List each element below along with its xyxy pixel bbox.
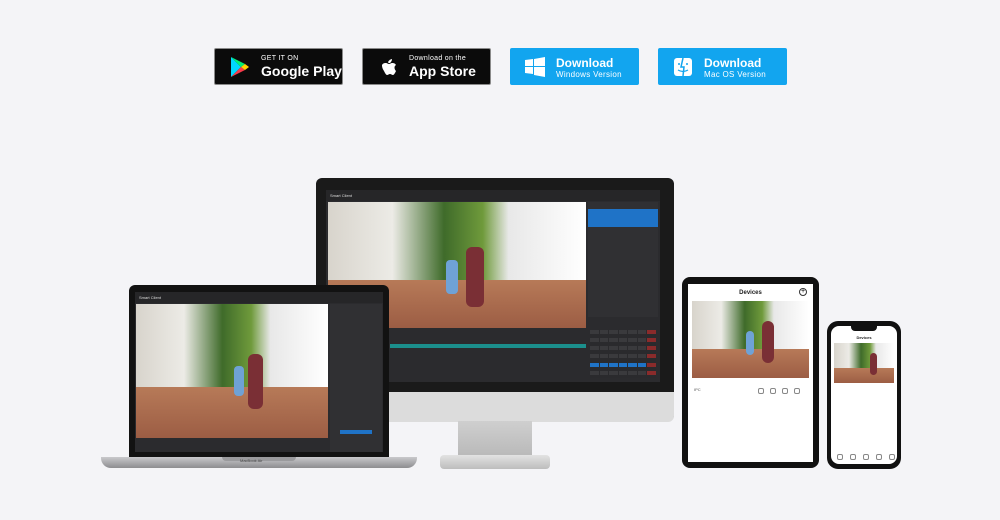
laptop-app-title: Smart Client [139,295,162,300]
google-play-small-label: GET IT ON [261,55,299,62]
phone-screen: Devices [831,326,897,464]
monitor-calendar[interactable] [590,330,656,378]
home-tab-icon[interactable] [837,454,843,460]
phone-tab-bar [837,454,895,460]
mac-download-badge[interactable]: Download Mac OS Version [658,48,787,85]
laptop-device-panel [330,304,382,452]
devices-tab-icon[interactable] [863,454,869,460]
tablet-device-name: IPC [694,387,701,392]
windows-download-badge[interactable]: Download Windows Version [510,48,639,85]
apple-icon [377,56,399,78]
tablet-add-device-icon[interactable]: + [799,288,807,296]
profile-tab-icon[interactable] [889,454,895,460]
tablet-video-feed[interactable] [692,301,809,378]
laptop-brand-label: MacBook Air [240,458,263,463]
tablet-title: Devices [739,290,762,296]
tablet-device-actions [758,388,800,394]
app-store-small-label: Download on the [409,55,467,62]
windows-small-label: Windows Version [556,69,622,79]
mac-small-label: Mac OS Version [704,69,767,79]
monitor-selected-device[interactable] [588,209,658,227]
windows-big-label: Download [556,55,614,70]
bell-icon[interactable] [758,388,764,394]
cloud-icon[interactable] [770,388,776,394]
monitor-device-panel [588,202,658,317]
google-play-badge[interactable]: GET IT ON Google Play [214,48,343,85]
gear-icon[interactable] [794,388,800,394]
google-play-icon [229,56,251,78]
monitor-app-titlebar: Smart Client [326,190,660,201]
google-play-big-label: Google Play [261,63,342,79]
laptop-video-feed[interactable] [136,304,328,438]
message-tab-icon[interactable] [876,454,882,460]
monitor-timeline[interactable] [390,344,586,348]
phone-notch [851,326,877,331]
windows-icon [524,56,546,78]
monitor-stand [458,421,532,456]
phone-title: Devices [856,335,872,340]
app-store-badge[interactable]: Download on the App Store [362,48,491,85]
mac-big-label: Download [704,55,762,70]
finder-icon [672,56,694,78]
laptop-add-device-button[interactable] [340,430,372,434]
cloud-tab-icon[interactable] [850,454,856,460]
share-icon[interactable] [782,388,788,394]
monitor-app-title: Smart Client [330,193,353,198]
app-store-big-label: App Store [409,63,476,79]
laptop-screen: Smart Client [135,292,383,452]
tablet-screen: Devices + IPC [688,284,813,462]
laptop-app-titlebar: Smart Client [135,292,383,303]
monitor-foot [440,455,550,469]
phone-video-feed[interactable] [834,343,894,383]
